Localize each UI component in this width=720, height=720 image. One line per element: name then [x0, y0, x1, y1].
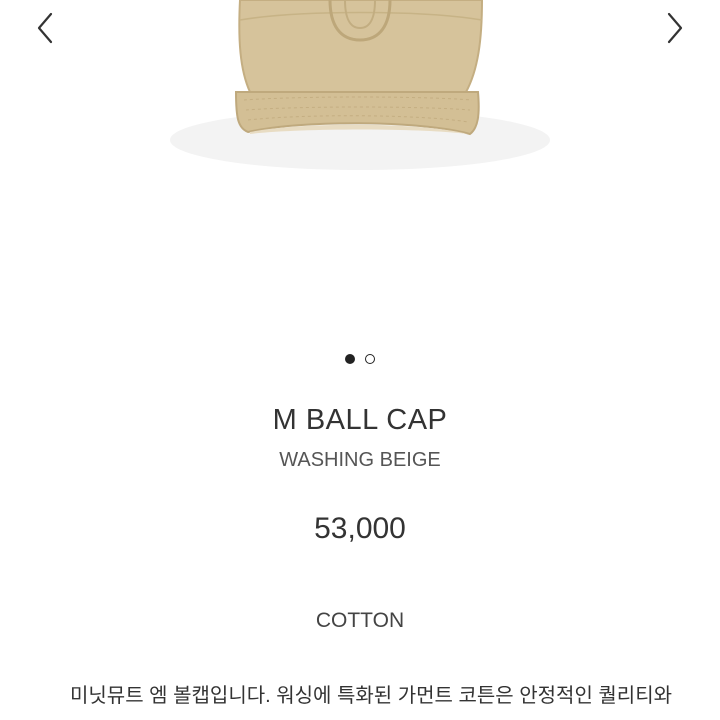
- pagination-dot-2[interactable]: [365, 354, 375, 364]
- carousel-pagination: [0, 354, 720, 364]
- product-title: M BALL CAP: [272, 404, 448, 436]
- next-slide-button[interactable]: [660, 8, 690, 48]
- chevron-left-icon: [37, 12, 53, 44]
- product-description: 미닛뮤트 엠 볼캡입니다. 워싱에 특화된 가먼트 코튼은 안정적인 퀄리티와: [70, 685, 673, 707]
- product-image-carousel[interactable]: [0, 0, 720, 320]
- chevron-right-icon: [667, 12, 683, 44]
- product-detail-page: M BALL CAP WASHING BEIGE 53,000 COTTON 미…: [0, 0, 720, 720]
- product-image: [170, 0, 550, 170]
- cap-crown: [238, 0, 484, 93]
- pagination-dot-1[interactable]: [345, 354, 355, 364]
- product-color: WASHING BEIGE: [279, 449, 441, 471]
- product-price: 53,000: [314, 512, 406, 545]
- previous-slide-button[interactable]: [30, 8, 60, 48]
- product-material: COTTON: [315, 609, 405, 632]
